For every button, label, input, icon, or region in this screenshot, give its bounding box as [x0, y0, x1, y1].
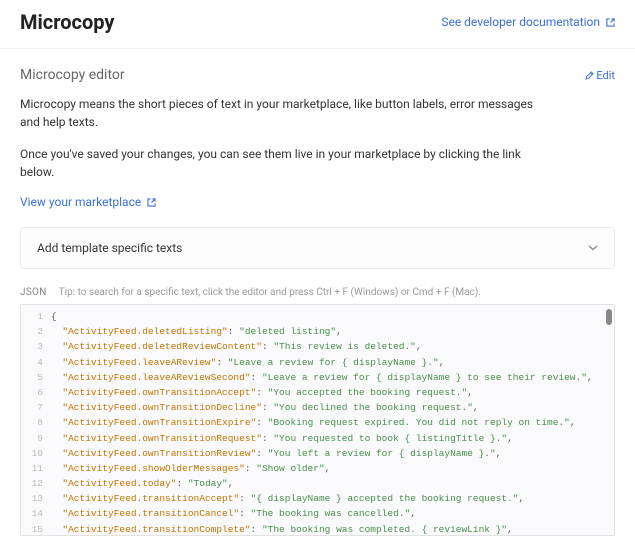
- code-content: "ActivityFeed.transitionComplete": "The …: [51, 522, 614, 535]
- code-content: "ActivityFeed.today": "Today",: [51, 476, 614, 491]
- json-badge: JSON: [20, 287, 47, 298]
- line-number: 2: [21, 324, 51, 339]
- code-content: "ActivityFeed.showOlderMessages": "Show …: [51, 461, 614, 476]
- developer-docs-link[interactable]: See developer documentation: [441, 15, 615, 29]
- code-content: "ActivityFeed.ownTransitionRequest": "Yo…: [51, 431, 614, 446]
- editor-hint-row: JSON Tip: to search for a specific text,…: [20, 287, 615, 298]
- code-content: "ActivityFeed.ownTransitionDecline": "Yo…: [51, 400, 614, 415]
- edit-label: Edit: [596, 69, 615, 82]
- code-line[interactable]: 14 "ActivityFeed.transitionCancel": "The…: [21, 506, 614, 521]
- code-line[interactable]: 7 "ActivityFeed.ownTransitionDecline": "…: [21, 400, 614, 415]
- line-number: 6: [21, 385, 51, 400]
- code-content: "ActivityFeed.deletedReviewContent": "Th…: [51, 339, 614, 354]
- external-link-icon: [147, 198, 156, 207]
- accordion-label: Add template specific texts: [37, 241, 182, 255]
- description-1: Microcopy means the short pieces of text…: [20, 95, 540, 131]
- code-line[interactable]: 12 "ActivityFeed.today": "Today",: [21, 476, 614, 491]
- code-line[interactable]: 1{: [21, 309, 614, 324]
- json-editor[interactable]: 1{2 "ActivityFeed.deletedListing": "dele…: [20, 304, 615, 536]
- line-number: 10: [21, 446, 51, 461]
- line-number: 11: [21, 461, 51, 476]
- code-content: "ActivityFeed.leaveAReview": "Leave a re…: [51, 355, 614, 370]
- external-link-icon: [606, 18, 615, 27]
- code-line[interactable]: 4 "ActivityFeed.leaveAReview": "Leave a …: [21, 355, 614, 370]
- line-number: 1: [21, 309, 51, 324]
- json-editor-scroll[interactable]: 1{2 "ActivityFeed.deletedListing": "dele…: [21, 305, 614, 535]
- code-content: "ActivityFeed.transitionAccept": "{ disp…: [51, 491, 614, 506]
- code-line[interactable]: 10 "ActivityFeed.ownTransitionReview": "…: [21, 446, 614, 461]
- code-line[interactable]: 9 "ActivityFeed.ownTransitionRequest": "…: [21, 431, 614, 446]
- section-header: Microcopy editor Edit: [20, 67, 615, 83]
- scrollbar-thumb[interactable]: [606, 309, 612, 325]
- line-number: 9: [21, 431, 51, 446]
- code-line[interactable]: 5 "ActivityFeed.leaveAReviewSecond": "Le…: [21, 370, 614, 385]
- code-content: "ActivityFeed.ownTransitionAccept": "You…: [51, 385, 614, 400]
- code-line[interactable]: 15 "ActivityFeed.transitionComplete": "T…: [21, 522, 614, 535]
- code-content: {: [51, 309, 614, 324]
- line-number: 15: [21, 522, 51, 535]
- edit-link[interactable]: Edit: [582, 69, 615, 82]
- code-content: "ActivityFeed.leaveAReviewSecond": "Leav…: [51, 370, 614, 385]
- code-line[interactable]: 11 "ActivityFeed.showOlderMessages": "Sh…: [21, 461, 614, 476]
- section-title: Microcopy editor: [20, 67, 125, 83]
- code-content: "ActivityFeed.transitionCancel": "The bo…: [51, 506, 614, 521]
- line-number: 5: [21, 370, 51, 385]
- code-line[interactable]: 6 "ActivityFeed.ownTransitionAccept": "Y…: [21, 385, 614, 400]
- code-line[interactable]: 13 "ActivityFeed.transitionAccept": "{ d…: [21, 491, 614, 506]
- view-marketplace-label: View your marketplace: [20, 195, 141, 209]
- content-area: Microcopy editor Edit Microcopy means th…: [0, 49, 635, 536]
- line-number: 14: [21, 506, 51, 521]
- page-title: Microcopy: [20, 10, 114, 34]
- line-number: 4: [21, 355, 51, 370]
- description-2: Once you've saved your changes, you can …: [20, 145, 540, 181]
- line-number: 3: [21, 339, 51, 354]
- chevron-down-icon: [588, 243, 598, 254]
- line-number: 12: [21, 476, 51, 491]
- search-tip: Tip: to search for a specific text, clic…: [59, 287, 481, 298]
- code-line[interactable]: 3 "ActivityFeed.deletedReviewContent": "…: [21, 339, 614, 354]
- code-content: "ActivityFeed.ownTransitionReview": "You…: [51, 446, 614, 461]
- line-number: 8: [21, 415, 51, 430]
- code-content: "ActivityFeed.deletedListing": "deleted …: [51, 324, 614, 339]
- line-number: 13: [21, 491, 51, 506]
- developer-docs-label: See developer documentation: [441, 15, 600, 29]
- code-line[interactable]: 8 "ActivityFeed.ownTransitionExpire": "B…: [21, 415, 614, 430]
- line-number: 7: [21, 400, 51, 415]
- code-line[interactable]: 2 "ActivityFeed.deletedListing": "delete…: [21, 324, 614, 339]
- view-marketplace-link[interactable]: View your marketplace: [20, 195, 156, 209]
- pencil-icon: [585, 71, 594, 80]
- page-header: Microcopy See developer documentation: [0, 0, 635, 49]
- add-template-texts-accordion[interactable]: Add template specific texts: [20, 227, 615, 269]
- code-content: "ActivityFeed.ownTransitionExpire": "Boo…: [51, 415, 614, 430]
